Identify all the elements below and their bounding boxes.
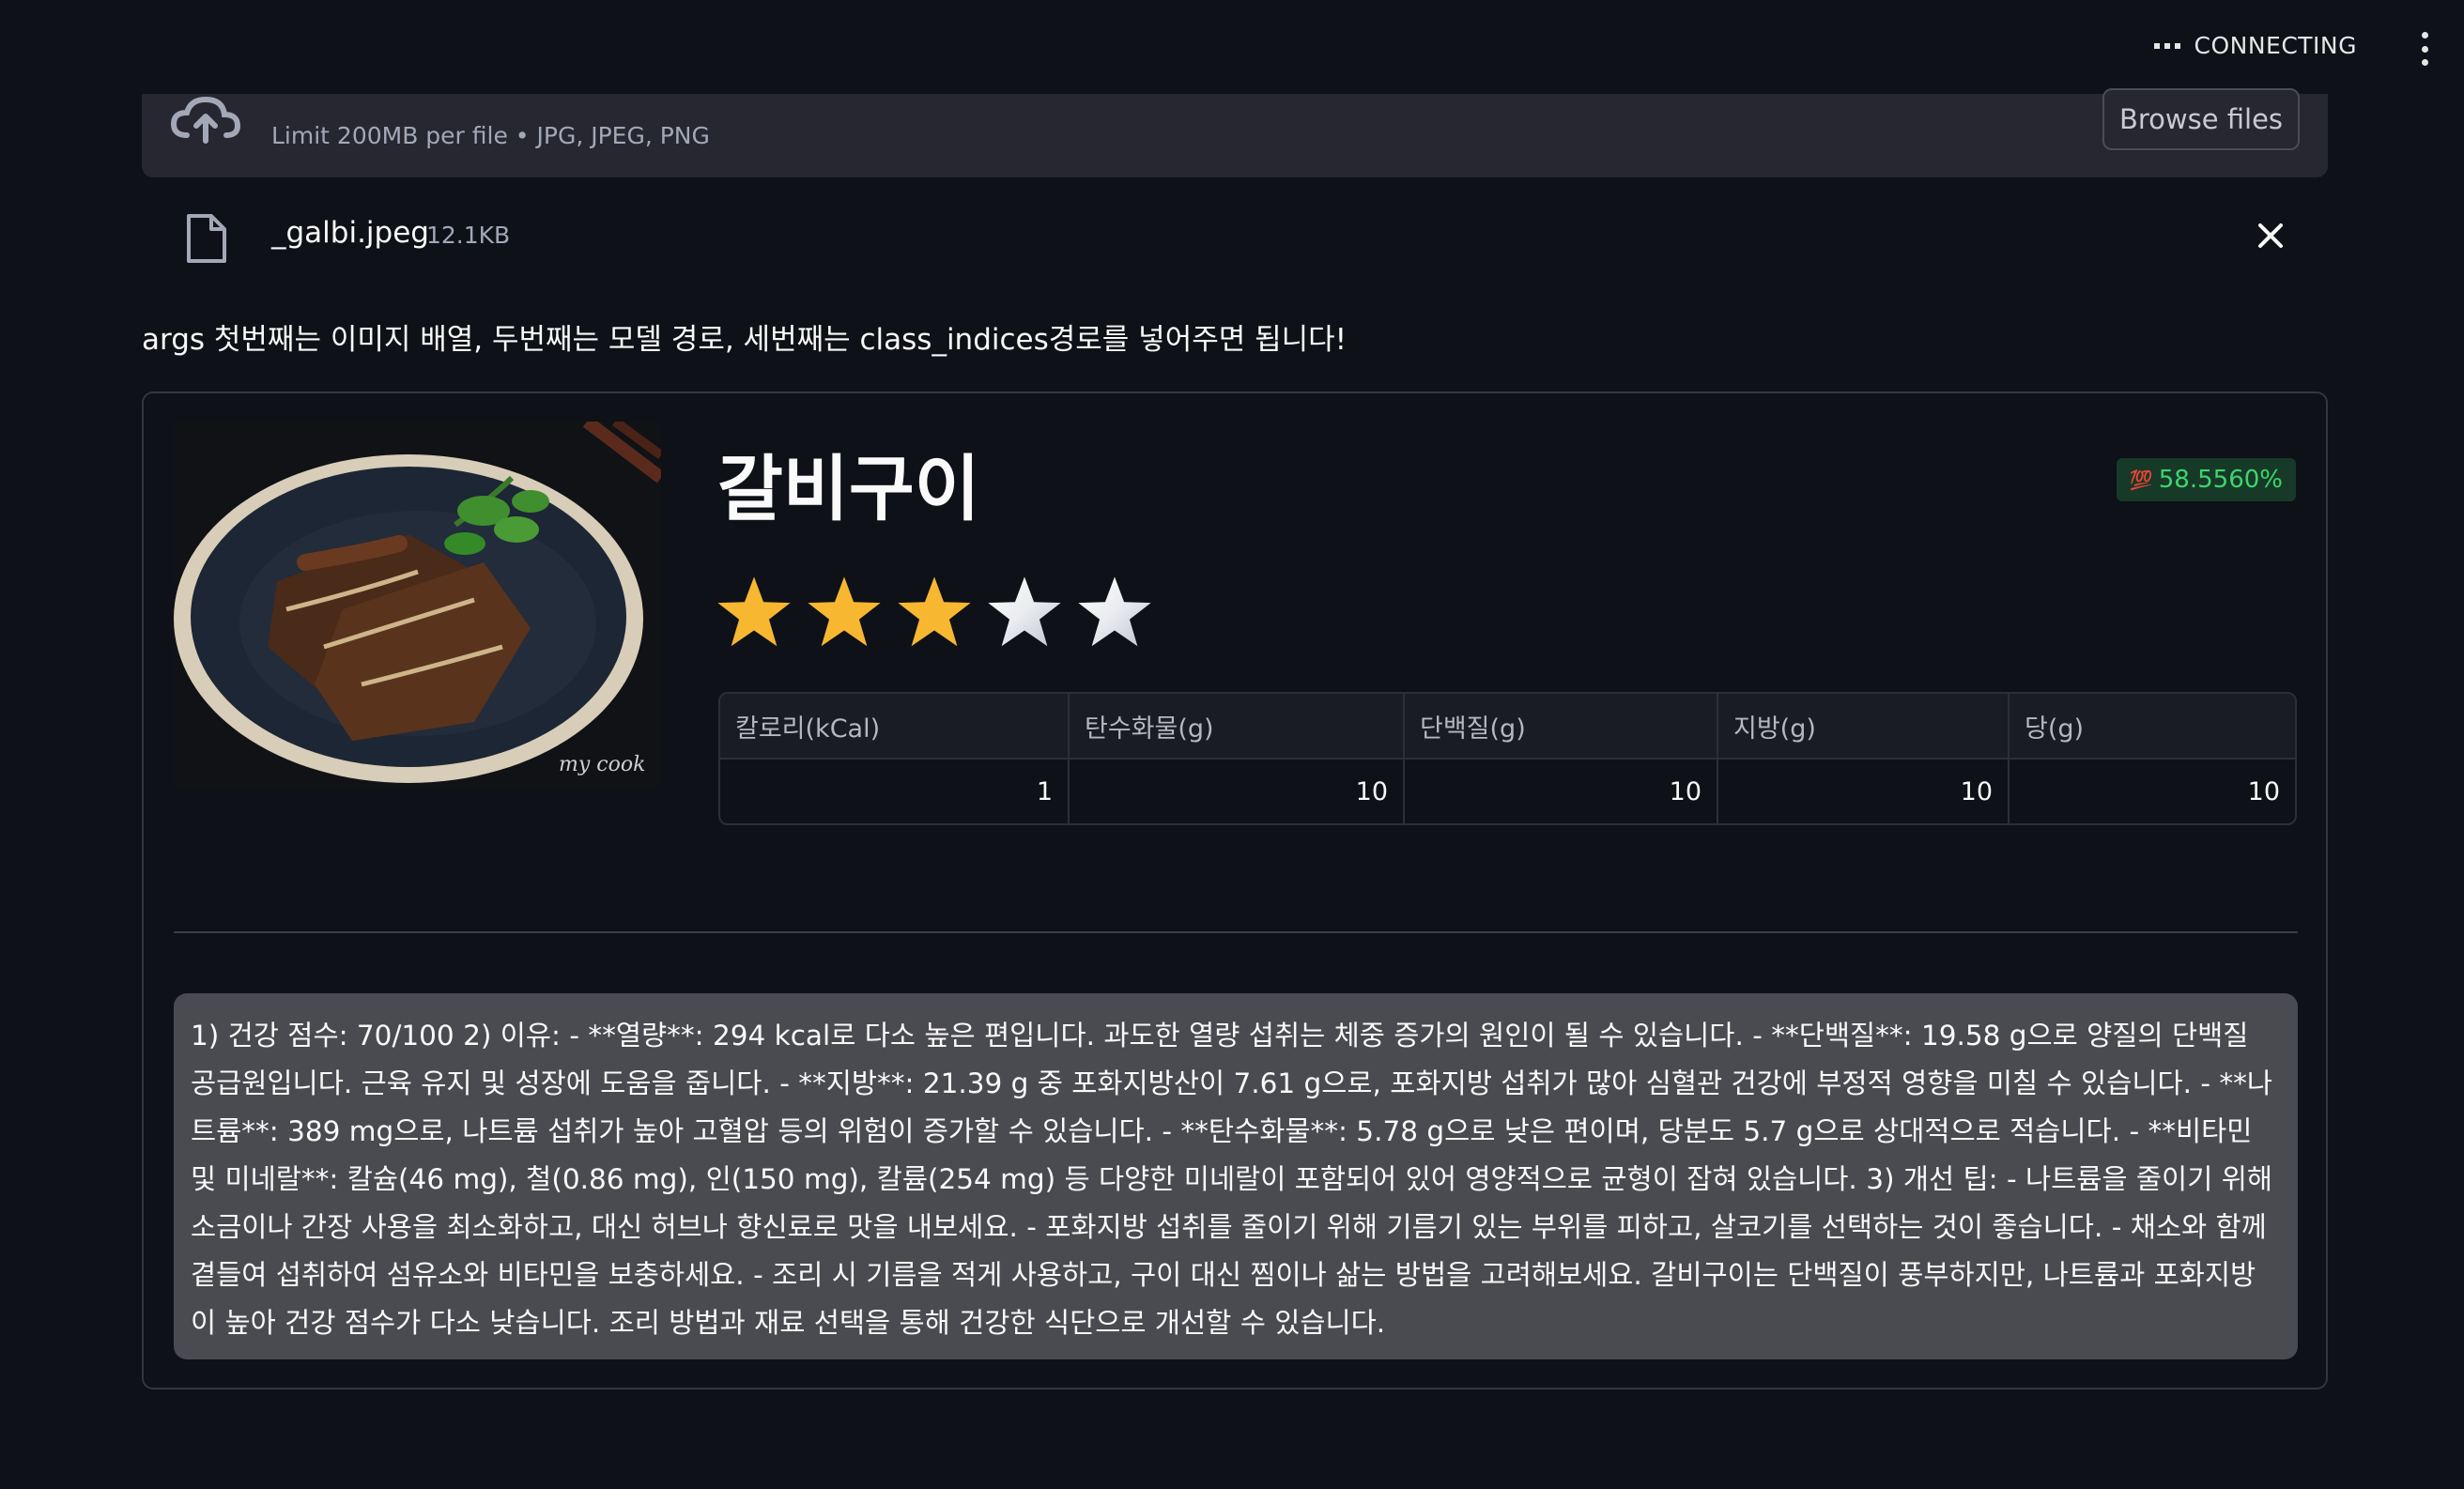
star-filled-icon: [808, 576, 881, 647]
file-icon: [187, 214, 226, 263]
connection-status: CONNECTING: [2154, 32, 2357, 59]
star-filled-icon: [717, 576, 791, 647]
table-header-cell[interactable]: 칼로리(kCal): [720, 694, 1070, 760]
table-cell[interactable]: 10: [1070, 760, 1405, 823]
image-watermark: my cook: [559, 753, 645, 776]
table-header-cell[interactable]: 지방(g): [1718, 694, 2010, 760]
table-cell[interactable]: 10: [1405, 760, 1718, 823]
table-cell[interactable]: 1: [720, 760, 1070, 823]
table-header-cell[interactable]: 단백질(g): [1405, 694, 1718, 760]
confidence-value: 58.5560%: [2158, 466, 2283, 494]
table-header-cell[interactable]: 당(g): [2010, 694, 2295, 760]
table-header-cell[interactable]: 탄수화물(g): [1070, 694, 1405, 760]
table-cell[interactable]: 10: [1718, 760, 2010, 823]
health-feedback: 1) 건강 점수: 70/100 2) 이유: - **열량**: 294 kc…: [174, 993, 2298, 1359]
main-menu-button[interactable]: [2415, 32, 2434, 66]
file-size: 12.1KB: [426, 222, 511, 249]
browse-files-button[interactable]: Browse files: [2102, 88, 2300, 150]
cloud-upload-icon: [170, 96, 241, 144]
uploaded-file-row: _galbi.jpeg 12.1KB: [142, 199, 2328, 276]
ellipsis-icon: [2154, 42, 2181, 49]
top-bar: CONNECTING: [0, 0, 2464, 94]
food-image: my cook: [174, 422, 661, 788]
file-name: _galbi.jpeg: [271, 216, 429, 250]
args-description: args 첫번째는 이미지 배열, 두번째는 모델 경로, 세번째는 class…: [142, 323, 1348, 357]
food-title: 갈비구이: [717, 447, 980, 530]
close-icon[interactable]: [2256, 222, 2285, 250]
table-cell[interactable]: 10: [2010, 760, 2295, 823]
hundred-points-icon: 💯: [2129, 468, 2153, 491]
result-card: my cook 갈비구이 💯 58.5560% 칼로리(kCal) 탄수화물(g)…: [142, 391, 2328, 1389]
confidence-badge: 💯 58.5560%: [2116, 458, 2296, 501]
star-filled-icon: [898, 576, 971, 647]
star-empty-icon: [1078, 576, 1151, 647]
status-label: CONNECTING: [2194, 32, 2357, 59]
divider: [174, 931, 2298, 933]
nutrition-table: 칼로리(kCal) 탄수화물(g) 단백질(g) 지방(g) 당(g) 1 10 10 10 10: [718, 692, 2297, 825]
rating-stars: [715, 574, 1154, 652]
file-uploader-dropzone[interactable]: Limit 200MB per file • JPG, JPEG, PNG Br…: [142, 88, 2328, 177]
star-empty-icon: [988, 576, 1061, 647]
upload-limit-text: Limit 200MB per file • JPG, JPEG, PNG: [271, 122, 710, 149]
